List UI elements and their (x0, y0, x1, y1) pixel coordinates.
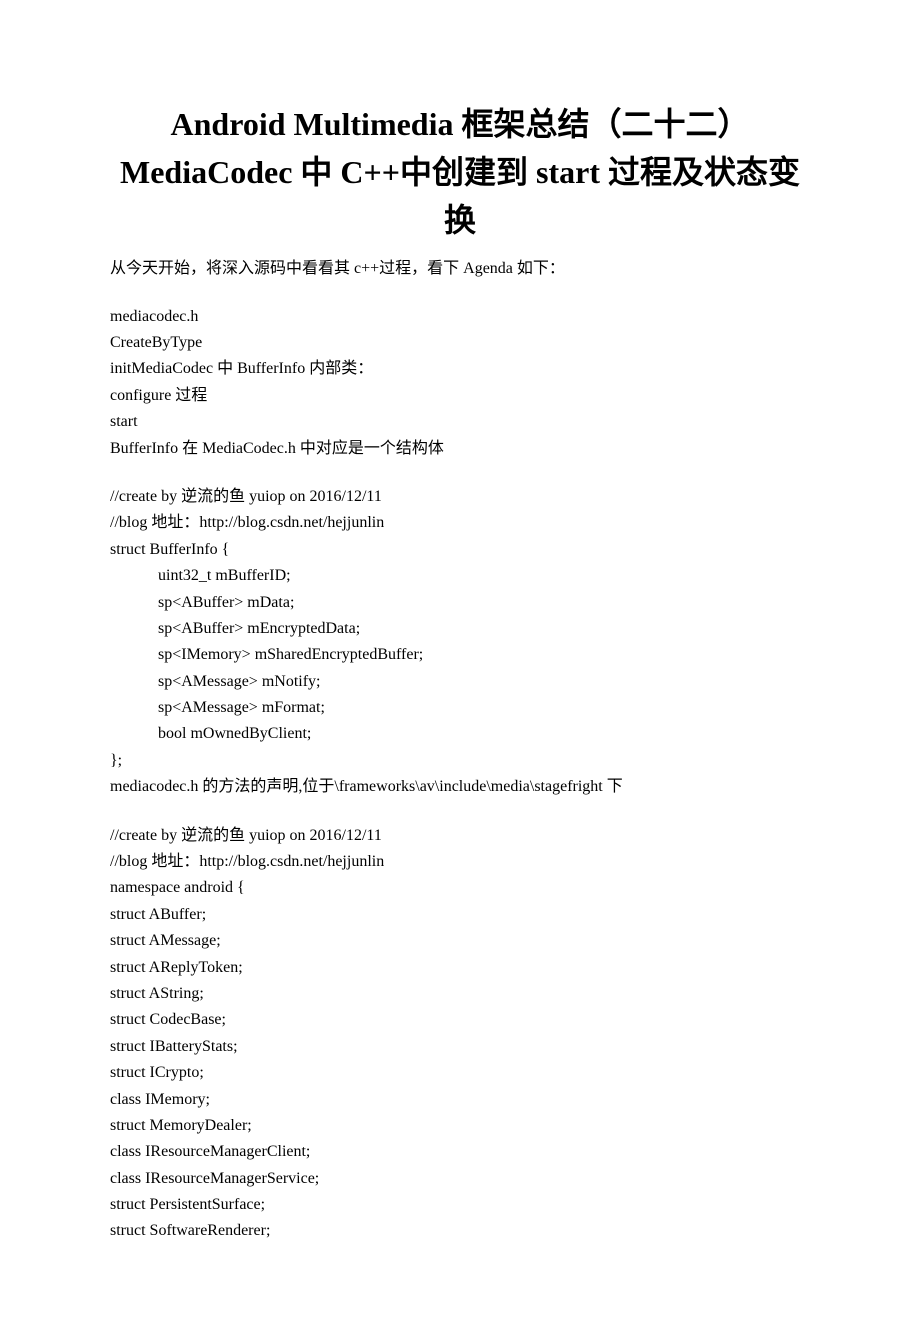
bufferinfo-struct-block: //create by 逆流的鱼 yuiop on 2016/12/11 //b… (110, 484, 810, 801)
namespace-declarations-block: //create by 逆流的鱼 yuiop on 2016/12/11 //b… (110, 823, 810, 1245)
agenda-block: mediacodec.h CreateByType initMediaCodec… (110, 304, 810, 462)
intro-paragraph: 从今天开始，将深入源码中看看其 c++过程，看下 Agenda 如下： (110, 256, 810, 282)
page-title: Android Multimedia 框架总结（二十二）MediaCodec 中… (110, 100, 810, 244)
